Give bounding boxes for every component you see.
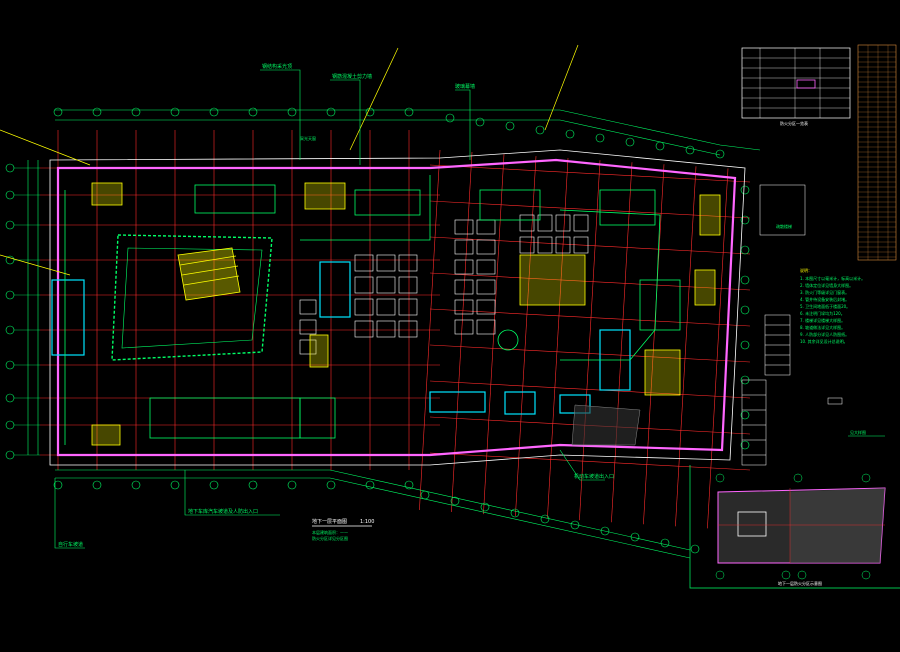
general-note-5: 5. 卫生间地面低于楼面20。 (800, 303, 850, 309)
callout-label-3: 玻璃幕墙 (455, 83, 475, 90)
callout-label-5: 地下车库汽车坡道及人防出入口 (188, 508, 258, 515)
section-note: 见大样图 (850, 429, 866, 435)
keyplan-title: 地下一层防火分区示意图 (778, 580, 822, 586)
general-note-3: 3. 防火门等级详见门窗表。 (800, 289, 849, 295)
plan-title: 地下一层平面图 (312, 518, 347, 525)
cad-floor-plan: 钢结构采光顶 钢筋混凝土剪力墙 玻璃幕墙 机动车坡道出入口 地下车库汽车坡道及人… (0, 0, 900, 652)
general-note-2: 2. 墙体定位详见墙身大样图。 (800, 282, 853, 288)
callout-label-8: 采光天窗 (300, 135, 316, 141)
general-note-10: 10. 其余详见设计总说明。 (800, 338, 848, 344)
general-note-4: 4. 管井待设备安装后封堵。 (800, 296, 849, 302)
callout-label-2: 钢筋混凝土剪力墙 (332, 73, 372, 80)
callout-label-1: 钢结构采光顶 (262, 63, 292, 70)
general-note-7: 7. 楼梯详见楼梯大样图。 (800, 317, 845, 323)
callout-label-6: 自行车坡道 (58, 541, 83, 548)
general-note-1: 1. 本图尺寸以毫米计，标高以米计。 (800, 275, 865, 281)
callout-label-4: 机动车坡道出入口 (574, 473, 614, 480)
plan-note-2: 防火分区详见分区图 (312, 535, 348, 541)
callout-label-7: 疏散楼梯 (776, 223, 792, 229)
general-note-8: 8. 坡道做法详见大样图。 (800, 324, 845, 330)
legend-title: 防火分区一览表 (780, 120, 808, 126)
general-notes-title: 说明： (800, 267, 812, 273)
plan-note-1: 本层建筑面积：—— (312, 529, 348, 535)
plan-scale: 1:100 (360, 519, 374, 525)
general-note-9: 9. 人防部分详见人防图纸。 (800, 331, 849, 337)
general-note-6: 6. 未注明门垛均为120。 (800, 310, 845, 316)
